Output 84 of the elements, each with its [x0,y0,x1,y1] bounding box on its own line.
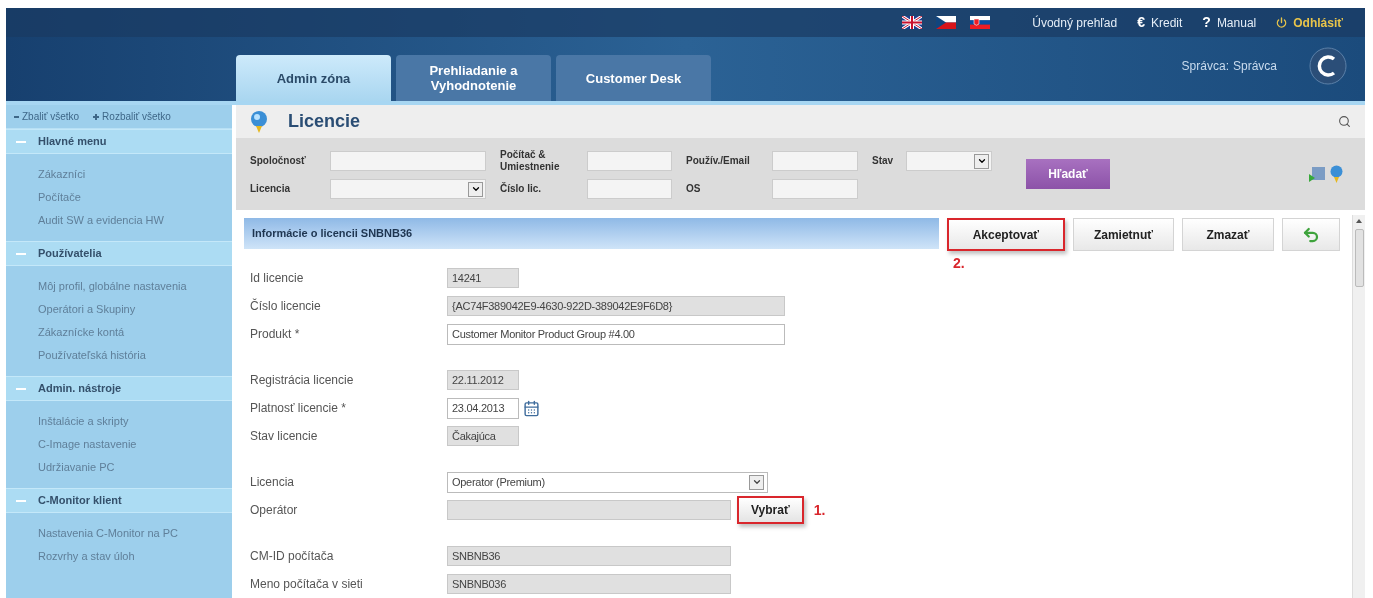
select-field[interactable]: Operator (Premium) [447,471,768,493]
page-title: Licencie [288,110,361,133]
menu-section-header[interactable]: C-Monitor klient [6,488,232,513]
filter-label: Stav [872,155,895,167]
filter-label: Počítač & Umiestnenie [500,149,561,173]
expand-all-link[interactable]: Rozbaliť všetko [102,109,171,124]
input-field[interactable] [330,151,486,171]
section-title: Informácie o licencii SNBNB36 [252,226,413,242]
calendar-icon [523,399,540,417]
readonly-field: 14241 [447,268,519,288]
field-label: Id licencie [250,270,305,287]
menu-item[interactable]: Inštalácie a skripty [38,410,232,433]
user-name: Správca [1232,58,1277,75]
top-link[interactable]: Kredit [1150,13,1183,32]
select-field[interactable] [330,179,486,199]
menu-item[interactable]: Zákazníci [38,163,232,186]
action-button[interactable]: Zmazať [1182,218,1274,251]
select-field[interactable] [906,151,992,171]
field-label: Platnosť licencie * [250,400,347,417]
export-icon [1308,166,1326,182]
menu-item[interactable]: Používateľská história [38,344,232,367]
filter-label: Licencia [250,183,292,195]
nav-tab[interactable]: Prehliadanie a Vyhodnotenie [396,55,551,101]
step-number: 1. [813,500,826,520]
filter-label: Číslo lic. [500,183,543,195]
search-icon [1338,115,1351,128]
menu-section-header[interactable]: Admin. nástroje [6,376,232,401]
menu-item[interactable]: Počítače [38,186,232,209]
field-label: Licencia [250,474,296,491]
top-link[interactable]: Odhlásiť [1293,13,1343,32]
menu-section-header[interactable]: Používatelia [6,241,232,266]
input-field[interactable]: Customer Monitor Product Group #4.00 [447,323,785,345]
menu-item[interactable]: Operátori a Skupiny [38,298,232,321]
menu-section-header[interactable]: Hlavné menu [6,129,232,154]
field-label: Produkt * [250,326,301,343]
flag-icon[interactable] [936,16,957,29]
expand-icon[interactable] [93,113,100,120]
menu-item[interactable]: Nastavenia C-Monitor na PC [38,522,232,545]
top-link[interactable]: Manual [1216,13,1257,32]
search-button[interactable]: Hľadať [1026,159,1110,189]
menu-item[interactable]: Zákaznícke kontá [38,321,232,344]
field-label: Stav licencie [250,428,319,445]
input-field[interactable] [772,151,858,171]
scrollbar[interactable] [1352,215,1365,598]
select-button[interactable]: Vybrať [737,496,804,524]
step-number: 2. [952,254,965,273]
menu-item[interactable]: Audit SW a evidencia HW [38,209,232,232]
power-icon [1276,17,1288,28]
readonly-field: SNBNB36 [447,546,731,566]
field-label: CM-ID počítača [250,548,335,565]
flag-icon[interactable] [970,16,991,29]
logo-icon [1309,47,1347,85]
collapse-icon[interactable] [14,115,19,118]
user-role: Správca: [1181,58,1229,75]
collapse-all-link[interactable]: Zbaliť všetko [22,109,80,124]
filter-label: Použív./Email [686,155,751,167]
action-button[interactable]: Zamietnuť [1072,218,1174,251]
filter-label: Spoločnosť [250,155,307,167]
top-link[interactable]: Úvodný prehľad [1032,13,1118,32]
back-button[interactable] [1282,218,1340,251]
input-field[interactable] [587,179,672,199]
readonly-field: Čakajúca [447,426,519,446]
nav-tab[interactable]: Customer Desk [556,55,711,101]
field-label: Číslo licencie [250,297,322,315]
input-field[interactable] [772,179,858,199]
action-button[interactable]: Akceptovať [946,218,1065,251]
field-label: Registrácia licencie [250,372,355,389]
undo-icon [1302,225,1320,244]
filter-label: OS [686,183,702,195]
flag-icon[interactable] [902,16,923,29]
nav-tab[interactable]: Admin zóna [236,55,391,101]
readonly-field: {AC74F389042E9-4630-922D-389042E9F6D8} [447,296,785,316]
menu-item[interactable]: C-Image nastavenie [38,433,232,456]
help-icon: ? [1202,12,1211,33]
menu-item[interactable]: Udržiavanie PC [38,456,232,479]
menu-item[interactable]: Môj profil, globálne nastavenia [38,275,232,298]
euro-icon: € [1137,12,1145,33]
readonly-field: 22.11.2012 [447,370,519,390]
menu-item[interactable]: Rozvrhy a stav úloh [38,545,232,568]
date-field[interactable]: 23.04.2013 [447,397,519,419]
readonly-field: SNBNB036 [447,574,731,594]
input-field[interactable] [587,151,672,171]
field-label: Operátor [250,502,299,519]
field-label: Meno počítača v sieti [250,576,364,593]
